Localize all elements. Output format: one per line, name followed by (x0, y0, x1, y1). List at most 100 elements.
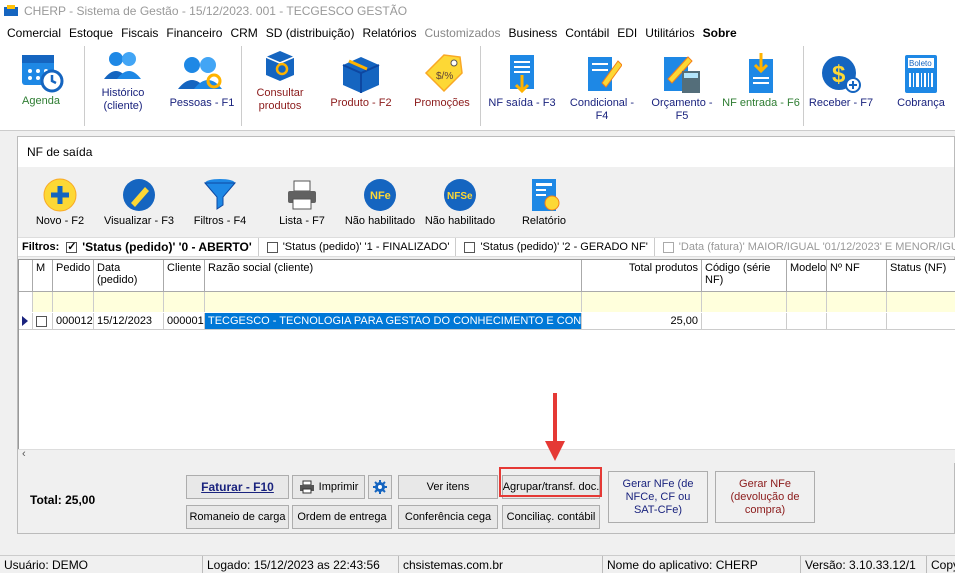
cell-pedido[interactable]: 000012 (53, 313, 94, 330)
ribbon-produto[interactable]: Produto - F2 (326, 53, 396, 110)
col-header-cliente[interactable]: Cliente (164, 260, 205, 292)
status-app: Nome do aplicativo: CHERP (603, 556, 801, 573)
scroll-left-icon[interactable]: ‹ (22, 448, 26, 460)
filter-gerado-nf[interactable]: 'Status (pedido)' '2 - GERADO NF' (456, 238, 655, 256)
money-add-icon: $ (822, 56, 861, 93)
lista-button[interactable]: Lista - F7 (272, 177, 332, 233)
col-header-total[interactable]: Total produtos (582, 260, 702, 292)
menu-customizados[interactable]: Customizados (421, 26, 505, 40)
ribbon-nf-entrada[interactable]: NF entrada - F6 (722, 53, 800, 110)
col-header-codigo[interactable]: Código (série NF) (702, 260, 787, 292)
filter-gerado-nf-label: 'Status (pedido)' '2 - GERADO NF' (480, 241, 648, 253)
ribbon-historico[interactable]: Histórico (cliente) (92, 47, 154, 113)
menu-contabil[interactable]: Contábil (561, 26, 613, 40)
users-history-icon (104, 52, 141, 79)
filter-gerado-nf-checkbox[interactable] (464, 241, 476, 253)
menu-edi[interactable]: EDI (613, 26, 641, 40)
menu-sd[interactable]: SD (distribuição) (262, 26, 359, 40)
menu-utilitarios[interactable]: Utilitários (641, 26, 698, 40)
filter-cell-modelo[interactable] (787, 292, 827, 312)
nfse-button[interactable]: NFSe Não habilitado (422, 177, 498, 233)
print-settings-button[interactable] (368, 475, 392, 499)
menu-relatorios[interactable]: Relatórios (358, 26, 420, 40)
box-search-icon (265, 51, 295, 81)
bottom-panel: Total: 25,00 Faturar - F10 Imprimir Ver … (18, 463, 955, 535)
filter-cell-pedido[interactable] (53, 292, 94, 312)
menu-business[interactable]: Business (505, 26, 562, 40)
cell-codigo[interactable] (702, 313, 787, 330)
ribbon-condicional[interactable]: Condicional - F4 (562, 53, 642, 123)
title-bar: CHERP - Sistema de Gestão - 15/12/2023. … (0, 0, 955, 22)
col-header-num-nf[interactable]: Nº NF (827, 260, 887, 292)
col-header-razao[interactable]: Razão social (cliente) (205, 260, 582, 292)
status-versao: Versão: 3.10.33.12/1 (801, 556, 927, 573)
conciliacao-button[interactable]: Conciliaç. contábil (502, 505, 600, 529)
ribbon-orcamento[interactable]: Orçamento - F5 (644, 53, 720, 123)
ribbon-agenda[interactable]: Agenda (8, 47, 74, 108)
col-header-pedido[interactable]: Pedido (53, 260, 94, 292)
col-header-modelo[interactable]: Modelo (787, 260, 827, 292)
col-header-data[interactable]: Data (pedido) (94, 260, 164, 292)
filter-cell-total[interactable] (582, 292, 702, 312)
filter-cell-num-nf[interactable] (827, 292, 887, 312)
menu-estoque[interactable]: Estoque (65, 26, 117, 40)
filter-cell-razao[interactable] (205, 292, 582, 312)
filter-cell-codigo[interactable] (702, 292, 787, 312)
relatorio-button[interactable]: Relatório (514, 177, 574, 233)
filter-cell-status[interactable] (887, 292, 955, 312)
ribbon: Agenda Histórico (cliente) Pessoas - F1 … (0, 43, 955, 131)
row-mark-cell[interactable] (33, 313, 53, 330)
menu-sobre[interactable]: Sobre (699, 26, 741, 40)
ribbon-cobranca[interactable]: Boleto Cobrança (890, 53, 952, 110)
ribbon-pessoas[interactable]: Pessoas - F1 (166, 53, 238, 110)
gerar-nfe-devolucao-button[interactable]: Gerar NFe (devolução de compra) (715, 471, 815, 523)
gerar-nfe-nfce-button[interactable]: Gerar NFe (de NFCe, CF ou SAT-CFe) (608, 471, 708, 523)
filter-aberto-checkbox[interactable] (66, 240, 78, 253)
highlight-box (499, 467, 602, 497)
cell-modelo[interactable] (787, 313, 827, 330)
ribbon-promocoes-label: Promoções (414, 97, 470, 109)
horizontal-scrollbar[interactable]: ‹ (18, 448, 955, 463)
menu-fiscais[interactable]: Fiscais (117, 26, 162, 40)
ribbon-pessoas-label: Pessoas - F1 (169, 97, 235, 109)
faturar-button[interactable]: Faturar - F10 (186, 475, 289, 499)
ver-itens-button[interactable]: Ver itens (398, 475, 498, 499)
filter-data-fatura-checkbox[interactable] (662, 241, 674, 253)
status-site: chsistemas.com.br (399, 556, 603, 573)
cell-num-nf[interactable] (827, 313, 887, 330)
novo-button[interactable]: Novo - F2 (32, 177, 88, 233)
ordem-entrega-button[interactable]: Ordem de entrega (292, 505, 392, 529)
ribbon-receber[interactable]: $ Receber - F7 (806, 53, 876, 110)
cell-status[interactable] (887, 313, 955, 330)
filter-cell-data[interactable] (94, 292, 164, 312)
nf-grid[interactable]: M Pedido Data (pedido) Cliente Razão soc… (18, 259, 955, 451)
imprimir-button[interactable]: Imprimir (292, 475, 365, 499)
cell-data[interactable]: 15/12/2023 (94, 313, 164, 330)
ribbon-nf-saida[interactable]: NF saída - F3 (486, 53, 558, 110)
visualizar-button[interactable]: Visualizar - F3 (102, 177, 176, 233)
menu-crm[interactable]: CRM (226, 26, 261, 40)
ribbon-nf-saida-label: NF saída - F3 (488, 97, 556, 109)
cell-total[interactable]: 25,00 (582, 313, 702, 330)
filters-bar: Filtros: 'Status (pedido)' '0 - ABERTO' … (18, 237, 955, 257)
cell-cliente[interactable]: 000001 (164, 313, 205, 330)
romaneio-button[interactable]: Romaneio de carga (186, 505, 289, 529)
filtros-button[interactable]: Filtros - F4 (190, 177, 250, 233)
ribbon-consultar-produtos[interactable]: Consultar produtos (248, 47, 312, 113)
menu-financeiro[interactable]: Financeiro (162, 26, 226, 40)
boleto-text: Boleto (909, 59, 932, 68)
cell-razao[interactable]: TECGESCO - TECNOLOGIA PARA GESTAO DO CON… (205, 313, 582, 330)
filter-aberto[interactable]: 'Status (pedido)' '0 - ABERTO' (62, 238, 259, 256)
col-header-status[interactable]: Status (NF) (887, 260, 955, 292)
nfe-button[interactable]: NFe Não habilitado (342, 177, 418, 233)
conferencia-button[interactable]: Conferência cega (398, 505, 498, 529)
menu-comercial[interactable]: Comercial (3, 26, 65, 40)
filter-data-fatura[interactable]: 'Data (fatura)' MAIOR/IGUAL '01/12/2023'… (655, 238, 955, 256)
row-mark-checkbox[interactable] (36, 315, 47, 327)
filter-finalizado[interactable]: 'Status (pedido)' '1 - FINALIZADO' (259, 238, 457, 256)
filter-cell-cliente[interactable] (164, 292, 205, 312)
filter-cell-m[interactable] (33, 292, 53, 312)
filter-finalizado-checkbox[interactable] (266, 241, 278, 253)
ribbon-promocoes[interactable]: $/% Promoções (410, 53, 474, 110)
col-header-m[interactable]: M (33, 260, 53, 292)
